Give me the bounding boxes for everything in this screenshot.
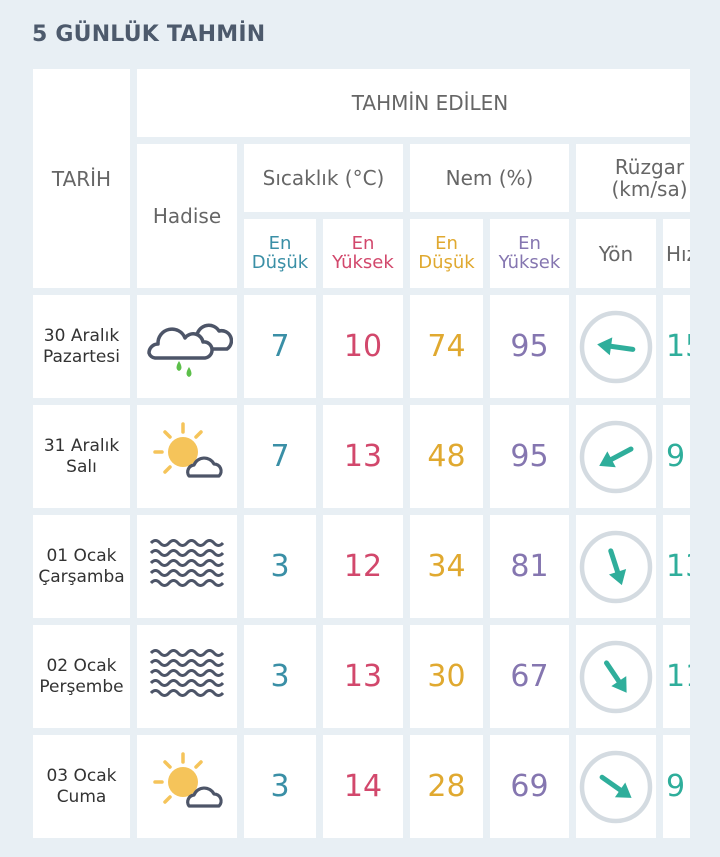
wind-direction-cell [576, 625, 656, 728]
humidity-min: 28 [410, 735, 483, 838]
wind-direction-cell [576, 295, 656, 398]
forecast-page: 5 GÜNLÜK TAHMİN TARİH TAHMİN EDİLEN Hadi… [0, 0, 720, 857]
wind-arrow-icon [579, 420, 653, 493]
header-sicaklik: Sıcaklık (°C) [244, 144, 403, 212]
date-cell: 02 Ocak Perşembe [33, 625, 130, 728]
wind-arrow-icon [579, 310, 653, 383]
date-weekday: Cuma [56, 786, 107, 807]
page-title: 5 GÜNLÜK TAHMİN [32, 22, 266, 47]
header-nem: Nem (%) [410, 144, 569, 212]
temp-min: 7 [244, 405, 316, 508]
sun-cloud-icon [147, 750, 227, 824]
header-tarih: TARİH [33, 69, 130, 288]
weather-cell [137, 405, 237, 508]
date-cell: 30 Aralık Pazartesi [33, 295, 130, 398]
wind-speed: 11 [663, 625, 690, 728]
weather-cell [137, 625, 237, 728]
forecast-table[interactable]: TARİH TAHMİN EDİLEN Hadise Sıcaklık (°C)… [33, 69, 690, 841]
wind-arrow-icon [579, 750, 653, 823]
wind-arrow-icon [579, 640, 653, 713]
date-cell: 31 Aralık Salı [33, 405, 130, 508]
header-yon: Yön [576, 219, 656, 288]
temp-max: 10 [323, 295, 403, 398]
fog-icon [148, 647, 226, 707]
date-day: 01 Ocak [46, 546, 117, 567]
temp-min: 7 [244, 295, 316, 398]
temp-min: 3 [244, 625, 316, 728]
date-cell: 03 Ocak Cuma [33, 735, 130, 838]
humidity-min: 34 [410, 515, 483, 618]
date-day: 03 Ocak [46, 766, 117, 787]
humidity-max: 95 [490, 405, 569, 508]
header-hadise: Hadise [137, 144, 237, 288]
header-temp-max: En Yüksek [323, 219, 403, 288]
wind-direction-cell [576, 405, 656, 508]
temp-min: 3 [244, 735, 316, 838]
date-day: 31 Aralık [43, 436, 120, 457]
wind-speed: 9 [663, 735, 690, 838]
weather-cell [137, 515, 237, 618]
date-day: 02 Ocak [46, 656, 117, 677]
weather-cell [137, 735, 237, 838]
humidity-max: 69 [490, 735, 569, 838]
header-ruzgar: Rüzgar (km/sa) [576, 144, 690, 212]
wind-speed: 13 [663, 515, 690, 618]
header-temp-min: En Düşük [244, 219, 316, 288]
date-day: 30 Aralık [43, 326, 120, 347]
wind-direction-cell [576, 735, 656, 838]
date-weekday: Perşembe [39, 676, 124, 697]
date-cell: 01 Ocak Çarşamba [33, 515, 130, 618]
humidity-max: 81 [490, 515, 569, 618]
date-weekday: Salı [66, 456, 97, 477]
humidity-max: 67 [490, 625, 569, 728]
header-hum-min: En Düşük [410, 219, 483, 288]
cloud-rain-icon [141, 313, 234, 381]
date-weekday: Çarşamba [38, 566, 125, 587]
header-tahmin: TAHMİN EDİLEN [137, 69, 690, 137]
weather-cell [137, 295, 237, 398]
temp-max: 13 [323, 625, 403, 728]
header-hiz: Hız [663, 219, 690, 288]
wind-speed: 15 [663, 295, 690, 398]
date-weekday: Pazartesi [43, 346, 120, 367]
temp-max: 12 [323, 515, 403, 618]
wind-speed: 9 [663, 405, 690, 508]
temp-max: 13 [323, 405, 403, 508]
wind-arrow-icon [579, 530, 653, 603]
temp-min: 3 [244, 515, 316, 618]
humidity-min: 48 [410, 405, 483, 508]
humidity-max: 95 [490, 295, 569, 398]
temp-max: 14 [323, 735, 403, 838]
humidity-min: 74 [410, 295, 483, 398]
header-hum-max: En Yüksek [490, 219, 569, 288]
sun-cloud-icon [147, 420, 227, 494]
wind-direction-cell [576, 515, 656, 618]
humidity-min: 30 [410, 625, 483, 728]
fog-icon [148, 537, 226, 597]
